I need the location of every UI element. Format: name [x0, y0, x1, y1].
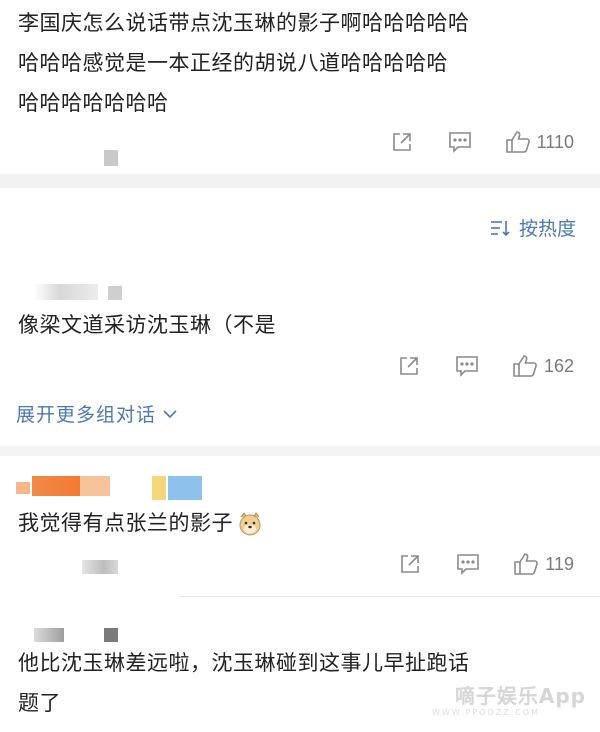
comment-divider: [180, 596, 600, 597]
like-count: 162: [543, 355, 574, 376]
watermark-url: WWW.PPOOZZ.COM: [432, 708, 540, 717]
comment-4-line-1: 他比沈玉琳差远啦，沈玉琳碰到这事儿早扯跑话: [18, 651, 470, 675]
like-button[interactable]: 119: [513, 552, 574, 576]
blurred-username: [32, 476, 80, 496]
share-icon: [401, 555, 420, 573]
blurred-badge: [168, 476, 202, 500]
like-count: 119: [545, 553, 574, 574]
blurred-username: [80, 476, 110, 496]
reply-button[interactable]: [445, 131, 475, 153]
comment-3-actions: 119: [395, 552, 574, 576]
like-button[interactable]: 162: [512, 354, 574, 378]
like-count: 1110: [536, 131, 574, 152]
comment-1-line-2: 哈哈哈感觉是一本正经的胡说八道哈哈哈哈哈: [18, 51, 448, 75]
comment-icon: [448, 132, 471, 153]
doge-emoji-icon: [237, 511, 263, 537]
blurred-avatar-name: [34, 284, 98, 300]
blurred-avatar-name: [34, 628, 64, 642]
watermark-logo: 嘀子娱乐App: [454, 684, 586, 708]
blurred-username: [82, 560, 118, 574]
comment-icon: [456, 356, 478, 377]
sort-icon: [490, 220, 510, 236]
share-icon: [400, 357, 418, 375]
thumbs-up-icon: [505, 131, 530, 153]
reply-button[interactable]: [452, 355, 482, 377]
sort-label: 按热度: [518, 218, 576, 240]
blurred-badge: [152, 476, 166, 500]
sort-by-hot-button[interactable]: 按热度: [489, 214, 576, 241]
comment-2-text: 像梁文道采访沈玉琳（不是: [18, 313, 276, 337]
thumbs-up-icon: [513, 355, 537, 377]
section-divider: [0, 174, 600, 188]
expand-more-conversations-link[interactable]: 展开更多组对话: [16, 400, 178, 427]
blurred-username: [104, 628, 118, 642]
like-button[interactable]: 1110: [505, 130, 574, 154]
thumbs-up-icon: [514, 553, 539, 575]
share-button[interactable]: [394, 355, 424, 377]
expand-label: 展开更多组对话: [16, 404, 157, 426]
blurred-avatar: [16, 482, 30, 494]
blurred-username: [108, 286, 122, 300]
comment-1-actions: 1110: [387, 130, 574, 154]
comment-3-text-content: 我觉得有点张兰的影子: [18, 511, 233, 535]
share-button[interactable]: [395, 553, 425, 575]
share-icon: [392, 133, 411, 151]
comment-1-line-3: 哈哈哈哈哈哈哈: [18, 91, 169, 115]
comment-icon: [457, 554, 480, 575]
comment-2-actions: 162: [394, 354, 574, 378]
share-button[interactable]: [387, 131, 417, 153]
chevron-down-icon: [163, 409, 177, 418]
comment-1-line-1: 李国庆怎么说话带点沈玉琳的影子啊哈哈哈哈哈: [18, 11, 470, 35]
reply-button[interactable]: [453, 553, 483, 575]
comment-4-line-2: 题了: [18, 691, 61, 715]
blurred-username: [104, 150, 118, 166]
comment-3-text: 我觉得有点张兰的影子: [18, 504, 263, 542]
section-divider: [0, 446, 600, 456]
